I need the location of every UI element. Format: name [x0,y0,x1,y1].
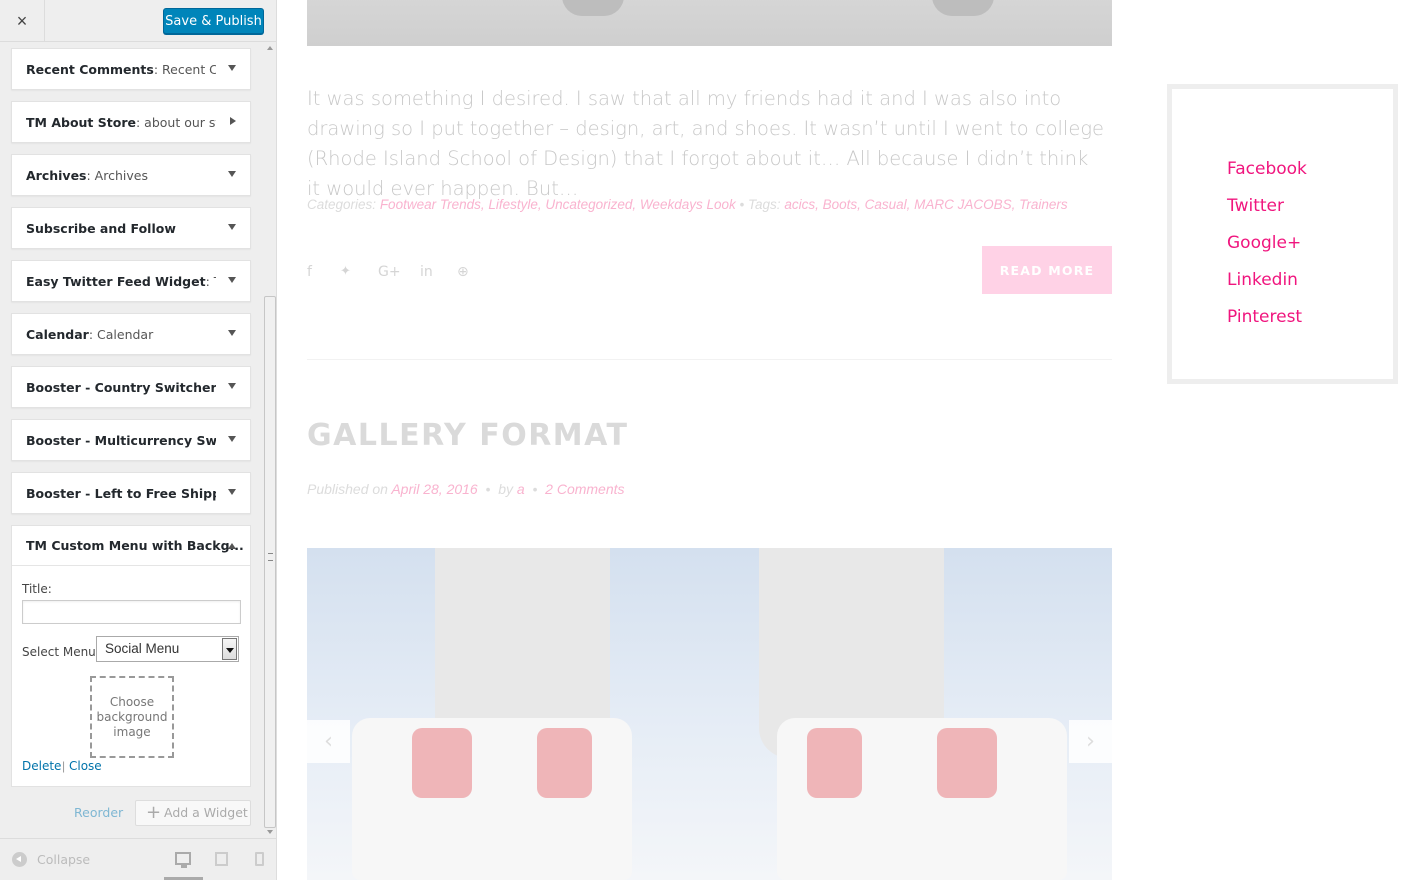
delete-link[interactable]: Delete [22,759,61,773]
social-link-google-plus[interactable]: Google+ [1227,233,1301,253]
social-menu-widget: Facebook Twitter Google+ Linkedin Pinter… [1167,84,1398,384]
widget-easy-twitter-feed[interactable]: Easy Twitter Feed Widget: Twi... [11,260,251,302]
widget-list: Recent Comments: Recent Co... TM About S… [11,48,251,787]
widget-title: Easy Twitter Feed Widget: Twi... [26,274,216,289]
widget-recent-comments[interactable]: Recent Comments: Recent Co... [11,48,251,90]
widget-header[interactable]: TM Custom Menu with Backg... [12,526,250,566]
shoe-image-fragment [562,0,624,16]
category-links[interactable]: Footwear Trends, Lifestyle, Uncategorize… [380,197,736,212]
pinterest-icon[interactable]: ⊕ [457,264,469,280]
tags-label: Tags: [748,197,781,212]
customizer-sidebar: × Save & Publish Recent Comments: Recent… [0,0,277,880]
customizer-header: × Save & Publish [0,0,276,42]
widget-title: Subscribe and Follow [26,221,176,236]
categories-label: Categories: [307,197,377,212]
by-label: by [498,481,513,497]
reorder-link[interactable]: Reorder [74,805,123,820]
widget-title: TM Custom Menu with Backg... [26,538,244,553]
gallery-prev-button[interactable]: ‹ [307,720,350,763]
desktop-preview-icon[interactable] [175,852,191,868]
gallery-next-button[interactable]: › [1069,720,1112,763]
widget-title: Calendar: Calendar [26,327,154,342]
expand-arrow-icon[interactable] [228,436,236,442]
add-widget-button[interactable]: + Add a Widget [135,800,251,826]
widget-tm-about-store[interactable]: TM About Store: about our st... [11,101,251,143]
expand-arrow-icon[interactable] [228,277,236,283]
link-separator: | [62,759,66,773]
social-link-linkedin[interactable]: Linkedin [1227,270,1298,290]
collapse-button[interactable]: Collapse [37,852,90,867]
title-label: Title: [22,582,52,596]
widget-title: Booster - Left to Free Shippin... [26,486,216,501]
select-menu-value: Social Menu [105,641,180,656]
sidebar-scrollbar[interactable] [263,44,276,836]
gallery-slider: ‹ › [307,548,1112,880]
gallery-image-shoe [777,718,1067,880]
social-link-pinterest[interactable]: Pinterest [1227,307,1302,327]
widget-title: Archives: Archives [26,168,148,183]
widget-tm-custom-menu: TM Custom Menu with Backg... Title: Sele… [11,525,251,787]
widget-archives[interactable]: Archives: Archives [11,154,251,196]
save-publish-button[interactable]: Save & Publish [163,8,264,34]
plus-icon: + [146,802,162,823]
expand-arrow-icon[interactable] [228,330,236,336]
scroll-up-icon[interactable] [267,46,273,50]
expand-arrow-icon[interactable] [228,65,236,71]
expand-arrow-icon[interactable] [230,117,236,125]
expand-arrow-icon[interactable] [228,489,236,495]
post-published-meta: Published on April 28, 2016 • by a • 2 C… [307,481,625,497]
widget-title: Booster - Country Switcher [26,380,216,395]
post-featured-image [307,0,1112,46]
dropdown-arrow-icon[interactable] [222,638,237,660]
shoe-image-fragment [932,0,994,16]
title-input[interactable] [22,600,241,624]
widget-calendar[interactable]: Calendar: Calendar [11,313,251,355]
expand-arrow-icon[interactable] [228,171,236,177]
widget-subscribe-follow[interactable]: Subscribe and Follow [11,207,251,249]
expand-arrow-icon[interactable] [228,383,236,389]
widget-title: TM About Store: about our st... [26,115,216,130]
collapse-arrow-icon[interactable] [228,543,236,549]
customizer-footer: Collapse [0,838,276,880]
comments-link[interactable]: 2 Comments [545,481,624,497]
expand-arrow-icon[interactable] [228,224,236,230]
tablet-preview-icon[interactable] [215,852,228,866]
select-menu-label: Select Menu: [22,645,100,659]
choose-background-image-button[interactable]: Choose background image [90,676,174,758]
google-plus-icon[interactable]: G+ [378,264,401,280]
read-more-button[interactable]: READ MORE [982,246,1112,294]
site-preview: It was something I desired. I saw that a… [277,0,1425,880]
post-excerpt: It was something I desired. I saw that a… [307,87,1105,200]
gallery-image-shoe [352,718,632,880]
meta-separator: • [739,197,745,212]
widget-booster-free-shipping[interactable]: Booster - Left to Free Shippin... [11,472,251,514]
add-widget-label: Add a Widget [164,805,248,820]
meta-separator: • [532,481,538,497]
tag-links[interactable]: acics, Boots, Casual, MARC JACOBS, Train… [784,197,1067,212]
close-link[interactable]: Close [69,759,102,773]
widget-title: Booster - Multicurrency Switc... [26,433,216,448]
author-link[interactable]: a [517,481,525,497]
social-link-facebook[interactable]: Facebook [1227,159,1307,179]
widget-booster-country-switcher[interactable]: Booster - Country Switcher [11,366,251,408]
mobile-preview-icon[interactable] [255,852,264,866]
select-menu-dropdown[interactable]: Social Menu [96,636,239,662]
twitter-icon[interactable]: ✦ [340,264,351,279]
published-prefix: Published on [307,481,388,497]
widget-title: Recent Comments: Recent Co... [26,62,216,77]
widget-area-actions: Reorder + Add a Widget [11,800,251,826]
post-title[interactable]: GALLERY FORMAT [307,418,629,453]
widget-booster-multicurrency[interactable]: Booster - Multicurrency Switc... [11,419,251,461]
facebook-icon[interactable]: f [307,264,312,280]
scroll-down-icon[interactable] [267,830,273,834]
social-link-twitter[interactable]: Twitter [1227,196,1284,216]
collapse-icon[interactable] [12,852,27,867]
published-date-link[interactable]: April 28, 2016 [391,481,477,497]
close-icon[interactable]: × [0,0,45,42]
scrollbar-thumb[interactable] [264,296,276,828]
linkedin-icon[interactable]: in [420,264,433,280]
post-divider [307,359,1112,360]
meta-separator: • [485,481,491,497]
post-meta: Categories: Footwear Trends, Lifestyle, … [307,197,1068,212]
